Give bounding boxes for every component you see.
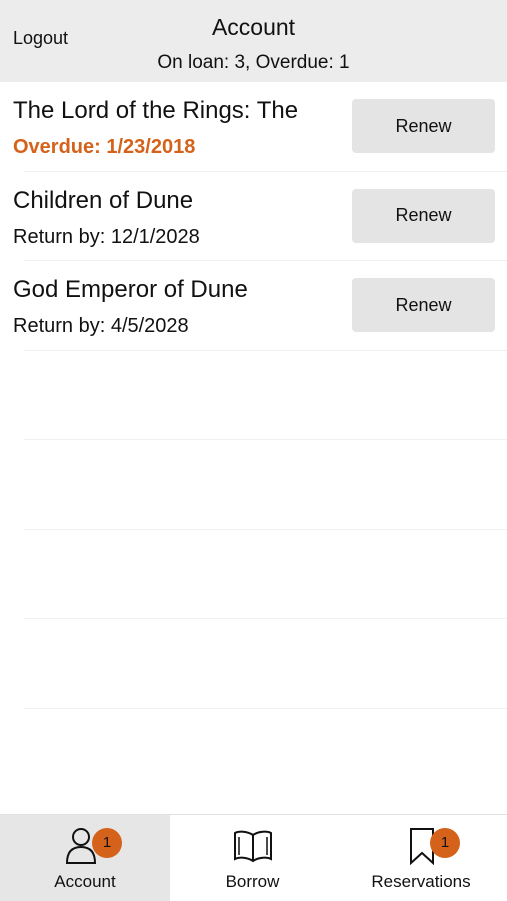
loan-summary: On loan: 3, Overdue: 1 (157, 52, 350, 73)
book-title: Children of Dune (13, 186, 194, 214)
row-divider (24, 349, 507, 351)
renew-button[interactable]: Renew (352, 278, 495, 332)
return-date: Return by: 12/1/2028 (13, 225, 200, 248)
tab-label: Reservations (371, 872, 471, 891)
empty-row-divider (24, 529, 507, 530)
overdue-date: Overdue: 1/23/2018 (13, 136, 196, 158)
app-header: Logout Account On loan: 3, Overdue: 1 (0, 0, 507, 82)
tab-label: Account (54, 872, 116, 891)
account-badge: 1 (92, 828, 122, 858)
tab-reservations[interactable]: 1 Reservations (335, 815, 507, 901)
book-title: God Emperor of Dune (13, 276, 248, 303)
renew-button[interactable]: Renew (352, 188, 495, 243)
renew-button[interactable]: Renew (352, 99, 495, 153)
page-title: Account (211, 14, 296, 40)
return-date: Return by: 4/5/2028 (13, 315, 189, 337)
loan-row: Children of Dune Return by: 12/1/2028 Re… (0, 172, 507, 261)
tab-account[interactable]: 1 Account (0, 815, 170, 901)
tab-bar: 1 Account Borrow 1 Reservations (0, 814, 507, 901)
loan-list: The Lord of the Rings: The Overdue: 1/23… (0, 82, 507, 351)
tab-label: Borrow (225, 872, 280, 891)
book-icon (233, 829, 273, 868)
empty-row-divider (24, 618, 507, 619)
tab-borrow[interactable]: Borrow (170, 815, 335, 901)
reservations-badge: 1 (430, 828, 460, 858)
loan-row: The Lord of the Rings: The Overdue: 1/23… (0, 82, 507, 172)
empty-row-divider (24, 708, 507, 709)
empty-row-divider (24, 439, 507, 440)
loan-row: God Emperor of Dune Return by: 4/5/2028 … (0, 261, 507, 351)
book-title: The Lord of the Rings: The (13, 97, 299, 124)
